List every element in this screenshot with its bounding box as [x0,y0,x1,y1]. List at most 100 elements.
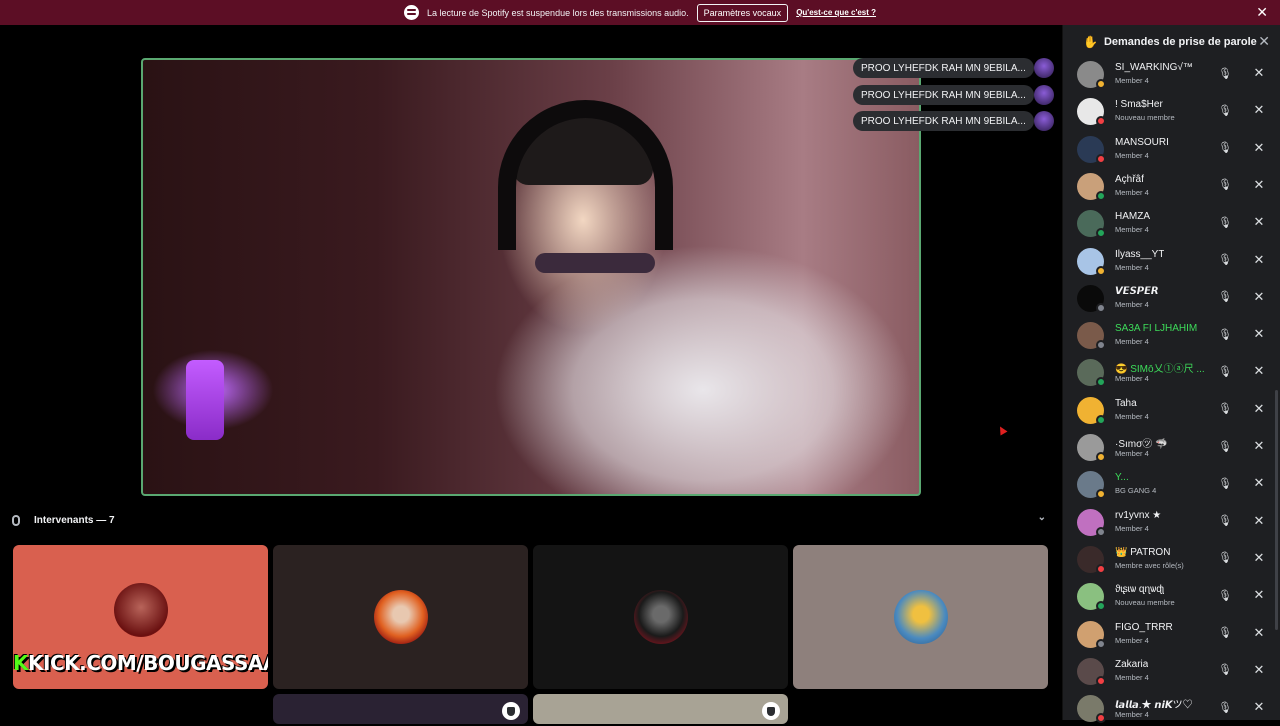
status-indicator [1096,526,1106,537]
accept-speaker-icon[interactable]: 🎙 [1213,621,1237,645]
request-row[interactable]: SI_WARKING√™ Member 4 🎙 ✕ [1077,58,1277,92]
request-row[interactable]: Y... BG GANG 4 🎙 ✕ [1077,468,1277,502]
request-row[interactable]: 𝙑𝙀𝙎𝙋𝙀𝙍 Member 4 🎙 ✕ [1077,282,1277,316]
request-row[interactable]: 𝙡𝙖𝙡𝙡𝙖.★ 𝙣𝙞𝙆ツ♡ Member 4 🎙 ✕ [1077,692,1277,726]
request-row[interactable]: Taha Member 4 🎙 ✕ [1077,394,1277,428]
deny-request-icon[interactable]: ✕ [1247,136,1271,160]
user-name[interactable]: ϑɩʂɩѡ ɋɳѡɖʅ [1115,584,1164,595]
request-row[interactable]: 😎 SIMō乂①ⓐ尺 ... Member 4 🎙 ✕ [1077,356,1277,390]
speaker-tile[interactable] [533,545,788,689]
request-row[interactable]: ϑɩʂɩѡ ɋɳѡɖʅ Nouveau membre 🎙 ✕ [1077,580,1277,614]
speakers-header[interactable]: Intervenants — 7 ⌄ [12,512,1052,528]
request-row[interactable]: 👑 PATRON Membre avec rôle(s) 🎙 ✕ [1077,543,1277,577]
user-name[interactable]: HAMZA [1115,211,1150,222]
shield-icon [762,702,780,720]
request-row[interactable]: ·Sımσ㋡ 🦈 Member 4 🎙 ✕ [1077,431,1277,465]
request-row[interactable]: SA3A FI LJHAHIM Member 4 🎙 ✕ [1077,319,1277,353]
deny-request-icon[interactable]: ✕ [1247,248,1271,272]
status-indicator [1096,190,1106,201]
chat-avatar [1034,111,1054,131]
user-name[interactable]: 𝙑𝙀𝙎𝙋𝙀𝙍 [1115,286,1159,297]
kick-banner: KKICK.COM/BOUGASSAA [13,651,268,675]
request-row[interactable]: rv1yvnx ★ Member 4 🎙 ✕ [1077,506,1277,540]
user-name[interactable]: 𝙡𝙖𝙡𝙡𝙖.★ 𝙣𝙞𝙆ツ♡ [1115,696,1193,711]
accept-speaker-icon[interactable]: 🎙 [1213,509,1237,533]
user-role: Member 4 [1115,672,1149,682]
panel-title: Demandes de prise de parole [1103,36,1257,48]
user-name[interactable]: ·Sımσ㋡ 🦈 [1115,435,1168,450]
deny-request-icon[interactable]: ✕ [1247,210,1271,234]
deny-request-icon[interactable]: ✕ [1247,173,1271,197]
request-row[interactable]: FIGO_TRRR Member 4 🎙 ✕ [1077,618,1277,652]
deny-request-icon[interactable]: ✕ [1247,434,1271,458]
user-name[interactable]: Zakaria [1115,659,1148,670]
user-role: Member 4 [1115,150,1149,160]
user-role: Member 4 [1115,76,1149,85]
user-name[interactable]: FIGO_TRRR [1115,622,1173,633]
status-indicator [1096,302,1106,313]
speaker-tile[interactable] [793,545,1048,689]
deny-request-icon[interactable]: ✕ [1247,61,1271,85]
speaker-tile[interactable] [273,545,528,689]
deny-request-icon[interactable]: ✕ [1247,285,1271,309]
accept-speaker-icon[interactable]: 🎙 [1213,173,1237,197]
deny-request-icon[interactable]: ✕ [1247,583,1271,607]
user-name[interactable]: SI_WARKING√™ [1115,62,1193,73]
accept-speaker-icon[interactable]: 🎙 [1213,546,1237,570]
chat-bubble: PROO LYHEFDK RAH MN 9EBILA... [853,58,1034,78]
status-indicator [1096,452,1106,462]
deny-request-icon[interactable]: ✕ [1247,546,1271,570]
accept-speaker-icon[interactable]: 🎙 [1213,136,1237,160]
deny-request-icon[interactable]: ✕ [1247,322,1271,346]
user-name[interactable]: Taha [1115,398,1137,409]
user-name[interactable]: Y... [1115,472,1129,483]
request-row[interactable]: ! Sma$Her Nouveau membre 🎙 ✕ [1077,95,1277,129]
deny-request-icon[interactable]: ✕ [1247,621,1271,645]
user-name[interactable]: 👑 PATRON [1115,547,1170,558]
request-row[interactable]: Ilyass__YT Member 4 🎙 ✕ [1077,245,1277,279]
speaker-tile[interactable]: KKICK.COM/BOUGASSAA [13,545,268,689]
raised-hand-icon: ✋ [1083,35,1098,49]
deny-request-icon[interactable]: ✕ [1247,397,1271,421]
user-name[interactable]: rv1yvnx ★ [1115,510,1161,521]
user-role: Member 4 [1115,523,1149,533]
request-row[interactable]: HAMZA Member 4 🎙 ✕ [1077,207,1277,241]
panel-close-icon[interactable]: ✕ [1258,33,1270,50]
notice-close-icon[interactable]: ✕ [1256,4,1268,21]
user-name[interactable]: SA3A FI LJHAHIM [1115,323,1197,334]
request-row[interactable]: Zakaria Member 4 🎙 ✕ [1077,655,1277,689]
deny-request-icon[interactable]: ✕ [1247,471,1271,495]
deny-request-icon[interactable]: ✕ [1247,359,1271,383]
request-row[interactable]: Açhřâf Member 4 🎙 ✕ [1077,170,1277,204]
accept-speaker-icon[interactable]: 🎙 [1213,695,1237,719]
chat-bubble: PROO LYHEFDK RAH MN 9EBILA... [853,111,1034,131]
accept-speaker-icon[interactable]: 🎙 [1213,285,1237,309]
accept-speaker-icon[interactable]: 🎙 [1213,61,1237,85]
accept-speaker-icon[interactable]: 🎙 [1213,583,1237,607]
accept-speaker-icon[interactable]: 🎙 [1213,210,1237,234]
accept-speaker-icon[interactable]: 🎙 [1213,397,1237,421]
status-indicator [1096,153,1106,164]
accept-speaker-icon[interactable]: 🎙 [1213,359,1237,383]
accept-speaker-icon[interactable]: 🎙 [1213,98,1237,122]
user-name[interactable]: ! Sma$Her [1115,99,1163,110]
user-name[interactable]: Ilyass__YT [1115,249,1164,260]
deny-request-icon[interactable]: ✕ [1247,658,1271,682]
chevron-down-icon[interactable]: ⌄ [1038,512,1046,523]
whats-this-link[interactable]: Qu'est-ce que c'est ? [796,8,876,17]
voice-settings-button[interactable]: Paramètres vocaux [696,3,789,22]
request-row[interactable]: MANSOURI Member 4 🎙 ✕ [1077,133,1277,167]
accept-speaker-icon[interactable]: 🎙 [1213,471,1237,495]
screen-share-video[interactable] [141,58,921,496]
deny-request-icon[interactable]: ✕ [1247,98,1271,122]
status-indicator [1096,713,1106,724]
user-name[interactable]: 😎 SIMō乂①ⓐ尺 ... [1115,360,1205,375]
accept-speaker-icon[interactable]: 🎙 [1213,322,1237,346]
accept-speaker-icon[interactable]: 🎙 [1213,248,1237,272]
deny-request-icon[interactable]: ✕ [1247,509,1271,533]
deny-request-icon[interactable]: ✕ [1247,695,1271,719]
accept-speaker-icon[interactable]: 🎙 [1213,658,1237,682]
accept-speaker-icon[interactable]: 🎙 [1213,434,1237,458]
user-name[interactable]: Açhřâf [1115,174,1144,185]
user-name[interactable]: MANSOURI [1115,137,1169,148]
